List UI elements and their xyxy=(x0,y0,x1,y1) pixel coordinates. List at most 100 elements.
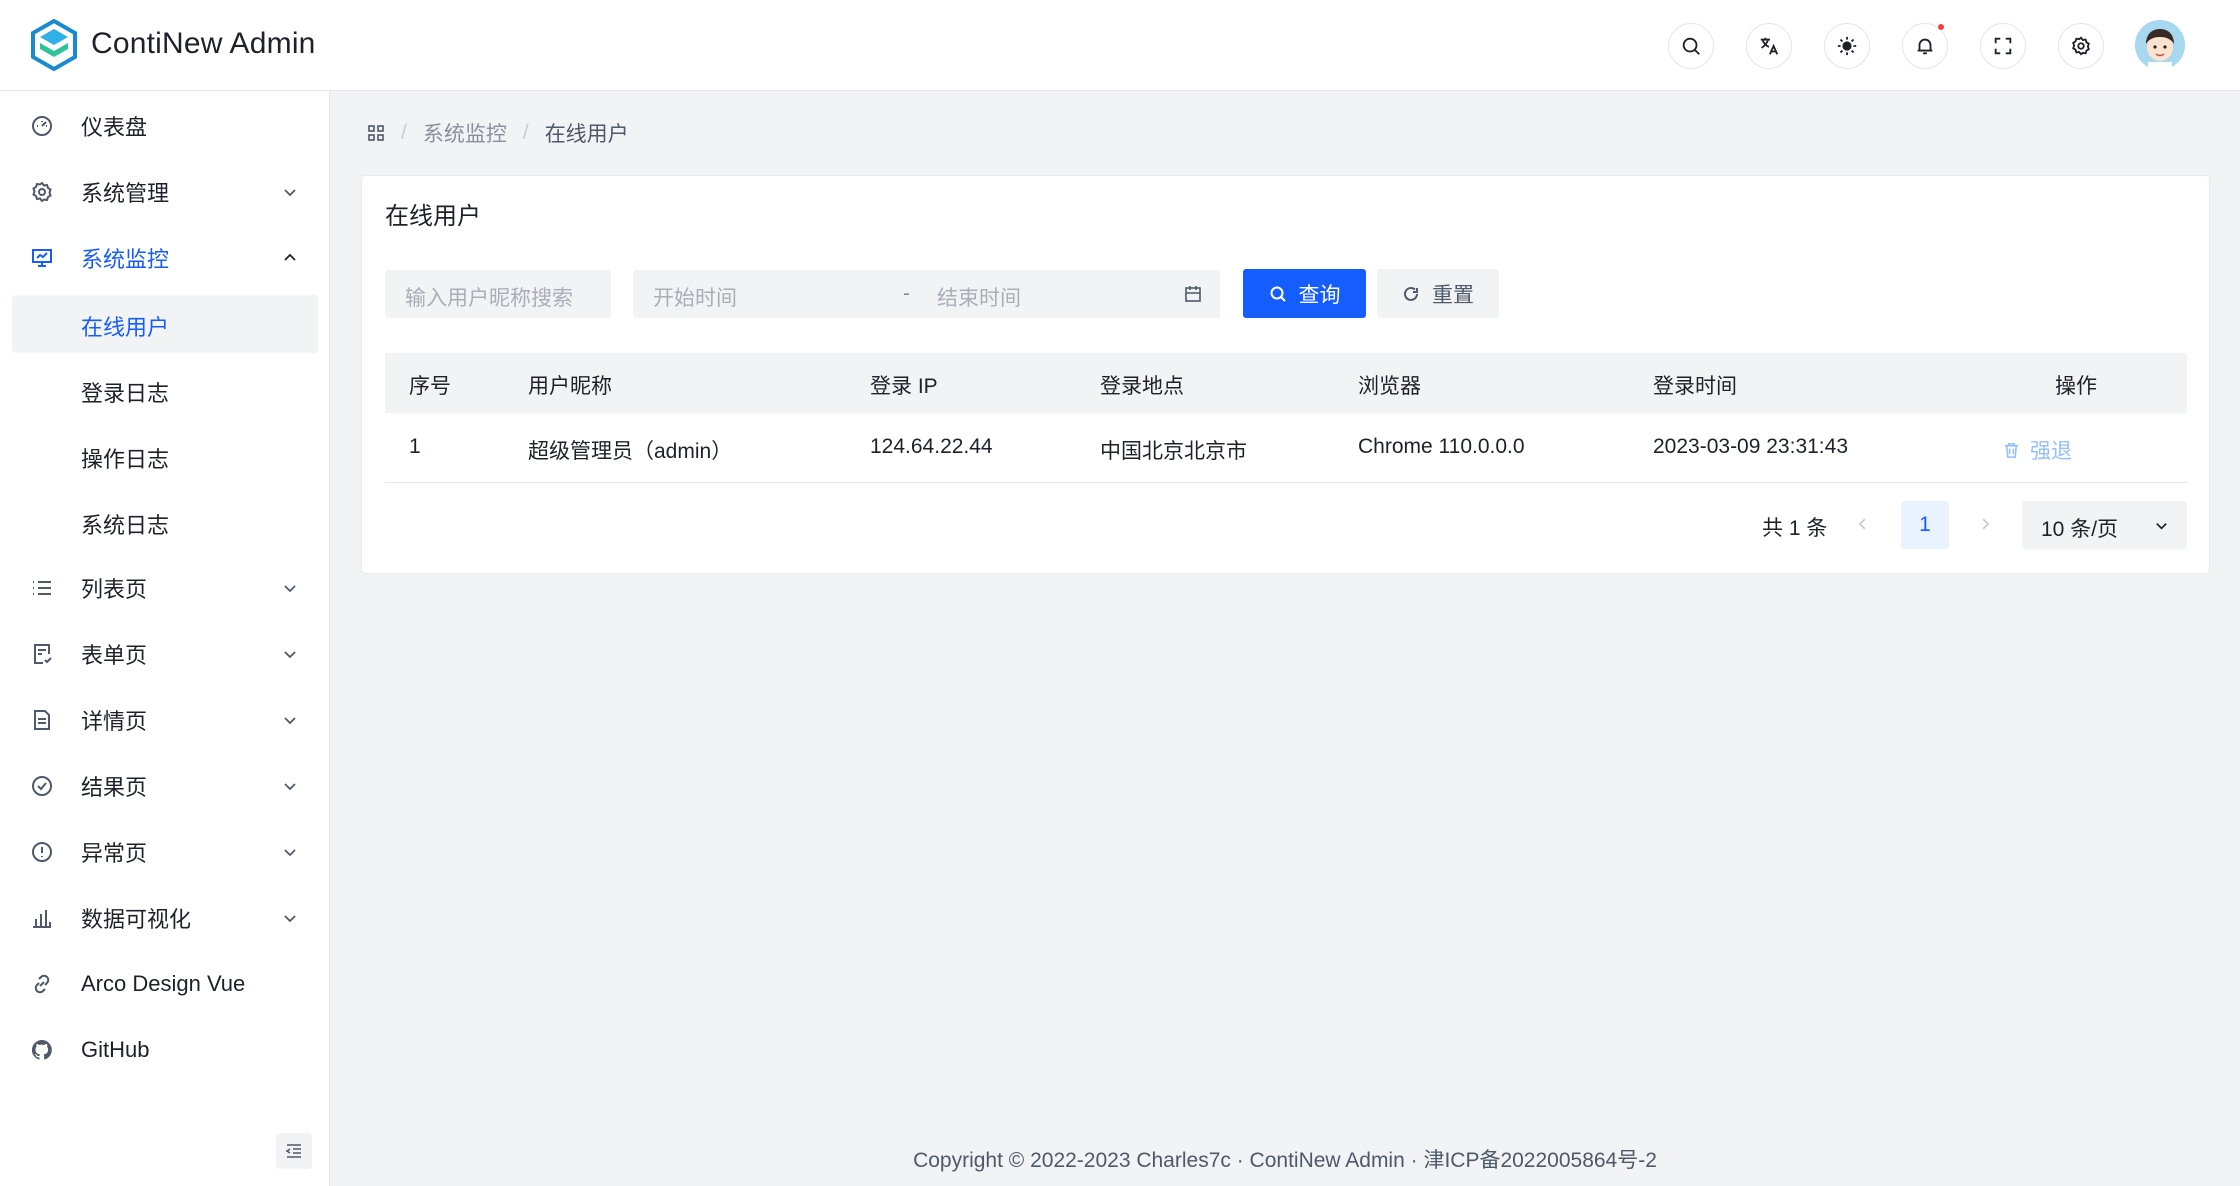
avatar-icon xyxy=(2135,20,2185,70)
force-logout-button[interactable]: 强退 xyxy=(2003,435,2072,465)
delete-icon xyxy=(2004,442,2019,458)
sidebar-item-label: 详情页 xyxy=(81,709,148,734)
page-title: 在线用户 xyxy=(385,203,481,230)
bell-icon xyxy=(1917,38,1933,55)
pagination-page[interactable]: 1 xyxy=(1901,501,1949,549)
sidebar-item-result-page[interactable]: 结果页 xyxy=(12,757,318,815)
sidebar-item-github[interactable]: GitHub xyxy=(12,1021,318,1079)
chevron-down-icon xyxy=(284,849,296,857)
page-size-select[interactable]: 10 条/页 xyxy=(2022,501,2187,549)
theme-toggle-button[interactable] xyxy=(1824,23,1870,69)
sidebar-item-label: 表单页 xyxy=(81,643,148,668)
list-icon xyxy=(33,581,51,595)
sidebar-item-label: 系统管理 xyxy=(81,181,170,206)
sidebar-collapse-button[interactable] xyxy=(276,1133,312,1169)
table-row: 1 超级管理员（admin） 124.64.22.44 中国北京北京市 Chro… xyxy=(385,413,2187,483)
search-button[interactable] xyxy=(1668,23,1714,69)
sidebar-item-label: GitHub xyxy=(81,1037,150,1062)
user-avatar[interactable] xyxy=(2135,20,2185,70)
column-header-login-time: 登录时间 xyxy=(1653,375,1737,398)
sidebar-item-exception-page[interactable]: 异常页 xyxy=(12,823,318,881)
sidebar-item-label: 仪表盘 xyxy=(81,115,148,140)
query-button[interactable]: 查询 xyxy=(1243,269,1366,318)
menu-fold-icon xyxy=(285,1144,301,1158)
sidebar-item-data-visualization[interactable]: 数据可视化 xyxy=(12,889,318,947)
sidebar-subitem-label: 在线用户 xyxy=(81,315,170,340)
breadcrumb-separator: / xyxy=(522,121,529,144)
notification-button[interactable] xyxy=(1902,22,1948,69)
cell-login-ip: 124.64.22.44 xyxy=(870,435,993,458)
cell-login-time: 2023-03-09 23:31:43 xyxy=(1653,435,1848,458)
chevron-down-icon xyxy=(284,189,296,197)
column-header-login-ip: 登录 IP xyxy=(870,375,938,398)
chevron-down-icon xyxy=(284,915,296,923)
sidebar-subitem-login-log[interactable]: 登录日志 xyxy=(12,361,318,419)
app-title[interactable]: ContiNew Admin xyxy=(91,27,316,61)
app-logo-icon[interactable] xyxy=(30,19,78,71)
sidebar-subitem-online-users[interactable]: 在线用户 xyxy=(12,295,318,353)
breadcrumb-separator: / xyxy=(401,121,407,144)
column-header-actions: 操作 xyxy=(2055,375,2097,398)
range-separator: - xyxy=(903,282,910,305)
login-time-range-picker[interactable]: 开始时间 - 结束时间 xyxy=(633,270,1220,318)
column-header-index: 序号 xyxy=(409,375,451,398)
settings-button[interactable] xyxy=(2058,23,2104,69)
chevron-down-icon xyxy=(2156,523,2167,530)
reset-button[interactable]: 重置 xyxy=(1377,269,1499,318)
force-logout-label: 强退 xyxy=(2030,440,2072,463)
sidebar-item-label: 系统监控 xyxy=(81,247,170,272)
form-icon xyxy=(34,644,52,664)
nickname-search-input[interactable]: 输入用户昵称搜索 xyxy=(385,270,611,318)
chevron-down-icon xyxy=(284,717,296,725)
search-icon xyxy=(1270,286,1286,302)
table-header: 序号 用户昵称 登录 IP 登录地点 浏览器 登录时间 操作 xyxy=(385,353,2187,413)
cell-browser: Chrome 110.0.0.0 xyxy=(1358,435,1525,458)
dashboard-icon xyxy=(32,116,52,136)
footer-copyright: Copyright © 2022-2023 Charles7c · ContiN… xyxy=(913,1149,1657,1172)
sidebar-item-system-monitor[interactable]: 系统监控 xyxy=(12,229,318,287)
sidebar-subitem-label: 登录日志 xyxy=(81,381,170,406)
sidebar-item-label: 数据可视化 xyxy=(81,907,192,932)
chevron-up-icon xyxy=(284,253,296,261)
sidebar-item-detail-page[interactable]: 详情页 xyxy=(12,691,318,749)
exclamation-circle-icon xyxy=(32,842,52,862)
sidebar-item-form-page[interactable]: 表单页 xyxy=(12,625,318,683)
chevron-down-icon xyxy=(284,651,296,659)
github-icon xyxy=(31,1039,52,1060)
refresh-icon xyxy=(1404,286,1418,301)
chevron-left-icon[interactable] xyxy=(1855,516,1871,532)
sidebar-item-system-management[interactable]: 系统管理 xyxy=(12,163,318,221)
end-time-placeholder: 结束时间 xyxy=(937,287,1021,310)
sidebar-subitem-label: 操作日志 xyxy=(81,447,170,472)
sidebar-item-arco-design-vue[interactable]: Arco Design Vue xyxy=(12,955,318,1013)
sidebar-item-label: 异常页 xyxy=(81,841,148,866)
sidebar-item-dashboard[interactable]: 仪表盘 xyxy=(12,97,318,155)
settings-icon xyxy=(2072,36,2090,56)
theme-icon xyxy=(1837,36,1857,56)
column-header-browser: 浏览器 xyxy=(1358,375,1421,398)
check-circle-icon xyxy=(32,776,52,796)
reset-button-label: 重置 xyxy=(1432,283,1474,307)
cell-index: 1 xyxy=(409,435,421,458)
bar-chart-icon xyxy=(33,910,51,928)
chevron-right-icon[interactable] xyxy=(1977,516,1993,532)
column-header-nickname: 用户昵称 xyxy=(528,375,612,398)
query-button-label: 查询 xyxy=(1298,283,1341,307)
start-time-placeholder: 开始时间 xyxy=(653,287,737,310)
chevron-down-icon xyxy=(284,783,296,791)
sidebar-item-list-page[interactable]: 列表页 xyxy=(12,559,318,617)
breadcrumb-item-system-monitor[interactable]: 系统监控 xyxy=(423,118,507,148)
monitor-icon xyxy=(32,249,52,267)
calendar-icon xyxy=(1185,286,1201,302)
fullscreen-button[interactable] xyxy=(1980,23,2026,69)
breadcrumb-item-online-users: 在线用户 xyxy=(544,123,629,146)
language-button[interactable] xyxy=(1746,23,1792,69)
link-icon xyxy=(34,974,50,994)
sidebar-item-label: 列表页 xyxy=(81,577,148,602)
sidebar-item-label: 结果页 xyxy=(81,775,148,800)
cell-login-location: 中国北京北京市 xyxy=(1100,440,1247,463)
sidebar-subitem-system-log[interactable]: 系统日志 xyxy=(12,493,318,551)
online-users-card: 在线用户 输入用户昵称搜索 开始时间 - 结束时间 查询 重置 序号 用户昵称 … xyxy=(361,175,2210,574)
sidebar-subitem-operation-log[interactable]: 操作日志 xyxy=(12,427,318,485)
apps-icon[interactable] xyxy=(367,124,385,142)
